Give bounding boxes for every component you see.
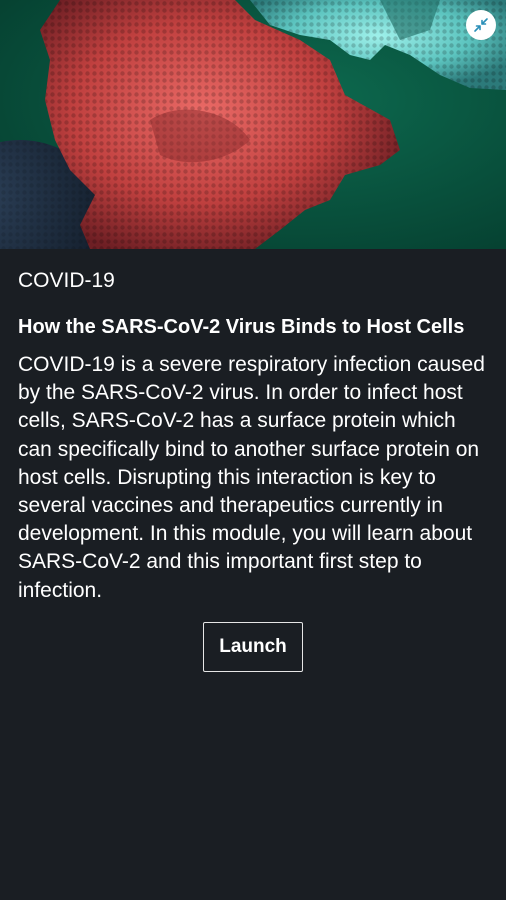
module-title: How the SARS-CoV-2 Virus Binds to Host C… [18, 316, 465, 338]
collapse-arrows-icon [474, 18, 488, 32]
hero-image [0, 0, 506, 249]
protein-binding-illustration [0, 0, 506, 249]
collapse-button[interactable] [466, 10, 496, 40]
launch-container: Launch [18, 621, 488, 672]
launch-button[interactable]: Launch [203, 621, 303, 672]
module-detail-screen: COVID-19 How the SARS-CoV-2 Virus Binds … [0, 0, 506, 900]
module-card: COVID-19 How the SARS-CoV-2 Virus Binds … [0, 269, 506, 672]
module-description: COVID-19 is a severe respiratory infecti… [18, 353, 485, 602]
category-label: COVID-19 [18, 269, 115, 292]
